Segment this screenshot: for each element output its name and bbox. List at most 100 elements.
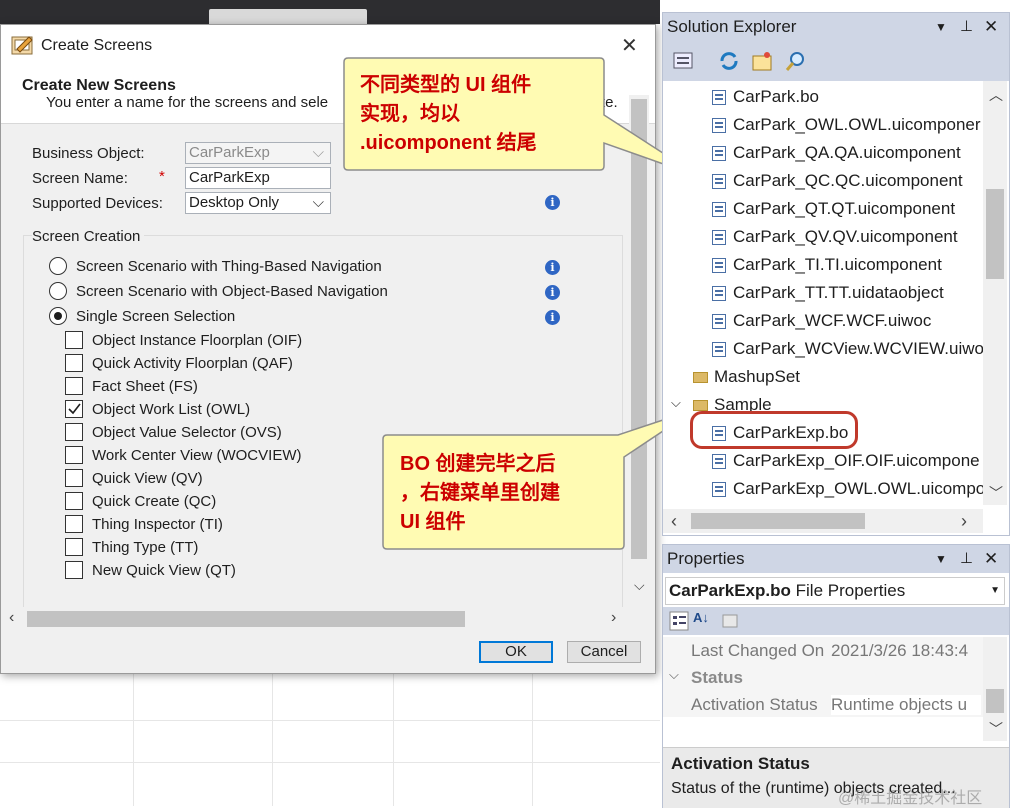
floorplan-checkbox[interactable]: [65, 469, 83, 487]
screen-name-input[interactable]: CarParkExp: [185, 167, 331, 189]
dialog-horizontal-scrollbar[interactable]: ‹ ›: [5, 607, 629, 629]
scroll-right-arrow-icon[interactable]: ›: [961, 511, 967, 532]
tree-file[interactable]: CarParkExp_OIF.OIF.uicompone: [733, 449, 980, 473]
floorplan-checkbox-label: Quick Create (QC): [92, 493, 217, 510]
file-icon: [712, 202, 726, 217]
solution-explorer-title: Solution Explorer: [667, 17, 797, 36]
tree-file[interactable]: CarPark_QT.QT.uicomponent: [733, 197, 955, 221]
tree-folder[interactable]: MashupSet: [714, 365, 800, 389]
refresh-icon[interactable]: [718, 50, 740, 72]
properties-title: Properties: [667, 549, 745, 568]
scroll-right-arrow-icon[interactable]: ›: [611, 609, 616, 627]
screen-type-radio[interactable]: [49, 307, 67, 325]
screen-creation-title: Screen Creation: [32, 228, 145, 245]
expand-arrow-icon[interactable]: ⌵: [671, 395, 681, 411]
file-icon: [712, 90, 726, 105]
screen-type-radio[interactable]: [49, 257, 67, 275]
tree-file[interactable]: CarPark_WCView.WCVIEW.uiwo: [733, 337, 983, 361]
tree-file[interactable]: CarPark_WCF.WCF.uiwoc: [733, 309, 931, 333]
floorplan-checkbox-label: Object Instance Floorplan (OIF): [92, 332, 303, 349]
scroll-left-arrow-icon[interactable]: ‹: [671, 511, 677, 532]
screen-name-label: Screen Name:: [32, 170, 128, 187]
scroll-down-arrow-icon[interactable]: ﹀: [989, 483, 1003, 503]
create-screens-app-icon: [11, 36, 33, 55]
header-subtitle: You enter a name for the screens and sel…: [46, 94, 329, 111]
tree-file[interactable]: CarPark_QA.QA.uicomponent: [733, 141, 961, 165]
info-icon[interactable]: i: [545, 310, 560, 325]
info-icon[interactable]: i: [545, 285, 560, 300]
floorplan-checkbox-label: Quick Activity Floorplan (QAF): [92, 355, 293, 372]
floorplan-checkbox[interactable]: [65, 561, 83, 579]
close-icon[interactable]: ✕: [984, 13, 998, 41]
property-pages-icon[interactable]: [721, 612, 739, 630]
file-icon: [712, 230, 726, 245]
scrollbar-thumb[interactable]: [27, 611, 465, 627]
object-selector[interactable]: CarParkExp.bo File Properties ▼: [665, 577, 1005, 605]
floorplan-checkbox-label: Quick View (QV): [92, 470, 203, 487]
floorplan-checkbox[interactable]: [65, 354, 83, 372]
editor-tab[interactable]: [209, 9, 367, 25]
scroll-down-arrow-icon[interactable]: ⌵: [634, 577, 645, 594]
collapse-icon[interactable]: ⌵: [669, 667, 679, 683]
dropdown-arrow-icon[interactable]: ▼: [935, 545, 947, 573]
tree-horizontal-scrollbar[interactable]: ‹ ›: [663, 509, 983, 533]
floorplan-checkbox[interactable]: [65, 492, 83, 510]
floorplan-checkbox[interactable]: [65, 538, 83, 556]
tree-file[interactable]: CarPark_OWL.OWL.uicomponer: [733, 113, 981, 137]
tree-file[interactable]: CarParkExp_OWL.OWL.uicompo: [733, 477, 983, 501]
pin-icon[interactable]: ⊥: [960, 13, 973, 41]
cancel-button[interactable]: Cancel: [567, 641, 641, 663]
property-grid: Last Changed On 2021/3/26 18:43:4 ⌵ Stat…: [663, 637, 983, 717]
floorplan-checkbox[interactable]: [65, 423, 83, 441]
file-icon: [712, 118, 726, 133]
scroll-down-arrow-icon[interactable]: ﹀: [989, 719, 1003, 739]
last-changed-label: Last Changed On: [691, 641, 825, 660]
pin-icon[interactable]: ⊥: [960, 545, 973, 573]
supported-devices-label: Supported Devices:: [32, 195, 163, 212]
show-all-files-icon[interactable]: [751, 50, 773, 72]
grid-line: [393, 672, 394, 806]
tree-file[interactable]: CarPark_TI.TI.uicomponent: [733, 253, 942, 277]
callout-top-line: .uicomponent 结尾: [360, 132, 537, 154]
dialog-title: Create Screens: [41, 37, 153, 54]
categorized-icon[interactable]: [669, 611, 689, 631]
screen-type-radio-label: Single Screen Selection: [76, 308, 236, 325]
floorplan-checkbox[interactable]: [65, 331, 83, 349]
properties-scrollbar[interactable]: ﹀: [983, 637, 1007, 741]
floorplan-checkbox[interactable]: [65, 400, 83, 418]
scroll-left-arrow-icon[interactable]: ‹: [9, 609, 14, 627]
search-icon[interactable]: [785, 50, 807, 72]
scrollbar-thumb[interactable]: [691, 513, 865, 529]
info-icon[interactable]: i: [545, 195, 560, 210]
ok-button[interactable]: OK: [479, 641, 553, 663]
scroll-up-arrow-icon[interactable]: ︿: [989, 85, 1003, 105]
properties-toolbar-icon[interactable]: [673, 51, 695, 71]
folder-icon: [693, 400, 708, 411]
tree-file[interactable]: CarPark.bo: [733, 85, 819, 109]
description-title: Activation Status: [671, 754, 810, 773]
floorplan-checkbox[interactable]: [65, 377, 83, 395]
info-icon[interactable]: i: [545, 260, 560, 275]
properties-panel: Properties ▼ ⊥ ✕ CarParkExp.bo File Prop…: [662, 544, 1010, 808]
supported-devices-select[interactable]: Desktop Only ⌵: [185, 192, 331, 214]
callout-top-line: 实现，均以: [360, 103, 460, 125]
dropdown-arrow-icon[interactable]: ▼: [935, 13, 947, 41]
watermark: @稀土掘金技术社区: [838, 790, 983, 807]
floorplan-checkbox-label: Thing Inspector (TI): [92, 516, 223, 533]
alphabetical-icon[interactable]: A↓: [693, 610, 709, 625]
tree-file[interactable]: CarPark_TT.TT.uidataobject: [733, 281, 944, 305]
floorplan-checkbox[interactable]: [65, 515, 83, 533]
scrollbar-thumb[interactable]: [986, 189, 1004, 279]
callout-bottom-line: BO 创建完毕之后: [400, 453, 556, 475]
supported-devices-value: Desktop Only: [189, 194, 280, 211]
tree-vertical-scrollbar[interactable]: ︿ ﹀: [983, 81, 1007, 505]
business-object-value: CarParkExp: [189, 144, 270, 161]
screen-type-radio[interactable]: [49, 282, 67, 300]
close-icon[interactable]: ✕: [984, 545, 998, 573]
tree-file[interactable]: CarPark_QV.QV.uicomponent: [733, 225, 958, 249]
tree-file[interactable]: CarPark_QC.QC.uicomponent: [733, 169, 963, 193]
floorplan-checkbox-label: Thing Type (TT): [92, 539, 199, 556]
scrollbar-thumb[interactable]: [986, 689, 1004, 713]
file-icon: [712, 258, 726, 273]
floorplan-checkbox[interactable]: [65, 446, 83, 464]
